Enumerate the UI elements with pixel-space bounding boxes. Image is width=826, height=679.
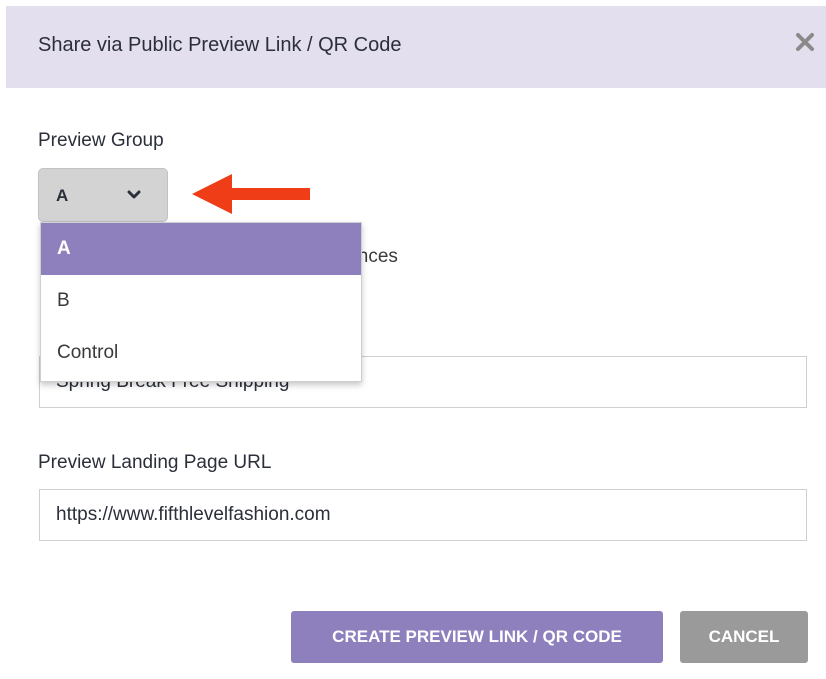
dropdown-option-control[interactable]: Control bbox=[41, 327, 361, 379]
red-arrow-left-icon bbox=[192, 174, 310, 214]
preview-group-select[interactable]: A bbox=[38, 168, 168, 222]
close-button[interactable] bbox=[791, 28, 819, 56]
modal-title: Share via Public Preview Link / QR Code bbox=[38, 34, 402, 56]
landing-url-input[interactable] bbox=[39, 489, 807, 541]
preview-group-dropdown-menu: A B Control bbox=[40, 222, 362, 382]
close-x-icon bbox=[796, 33, 814, 51]
preview-group-label: Preview Group bbox=[38, 130, 164, 151]
create-preview-link-button[interactable]: CREATE PREVIEW LINK / QR CODE bbox=[291, 611, 663, 663]
landing-url-label: Preview Landing Page URL bbox=[38, 452, 272, 473]
chevron-down-icon bbox=[127, 190, 141, 199]
modal-header: Share via Public Preview Link / QR Code bbox=[6, 6, 826, 88]
cancel-button[interactable]: CANCEL bbox=[680, 611, 808, 663]
share-preview-modal: Share via Public Preview Link / QR Code … bbox=[6, 6, 826, 679]
dropdown-option-a[interactable]: A bbox=[41, 223, 361, 275]
dropdown-option-b[interactable]: B bbox=[41, 275, 361, 327]
preview-group-selected-value: A bbox=[56, 186, 69, 205]
